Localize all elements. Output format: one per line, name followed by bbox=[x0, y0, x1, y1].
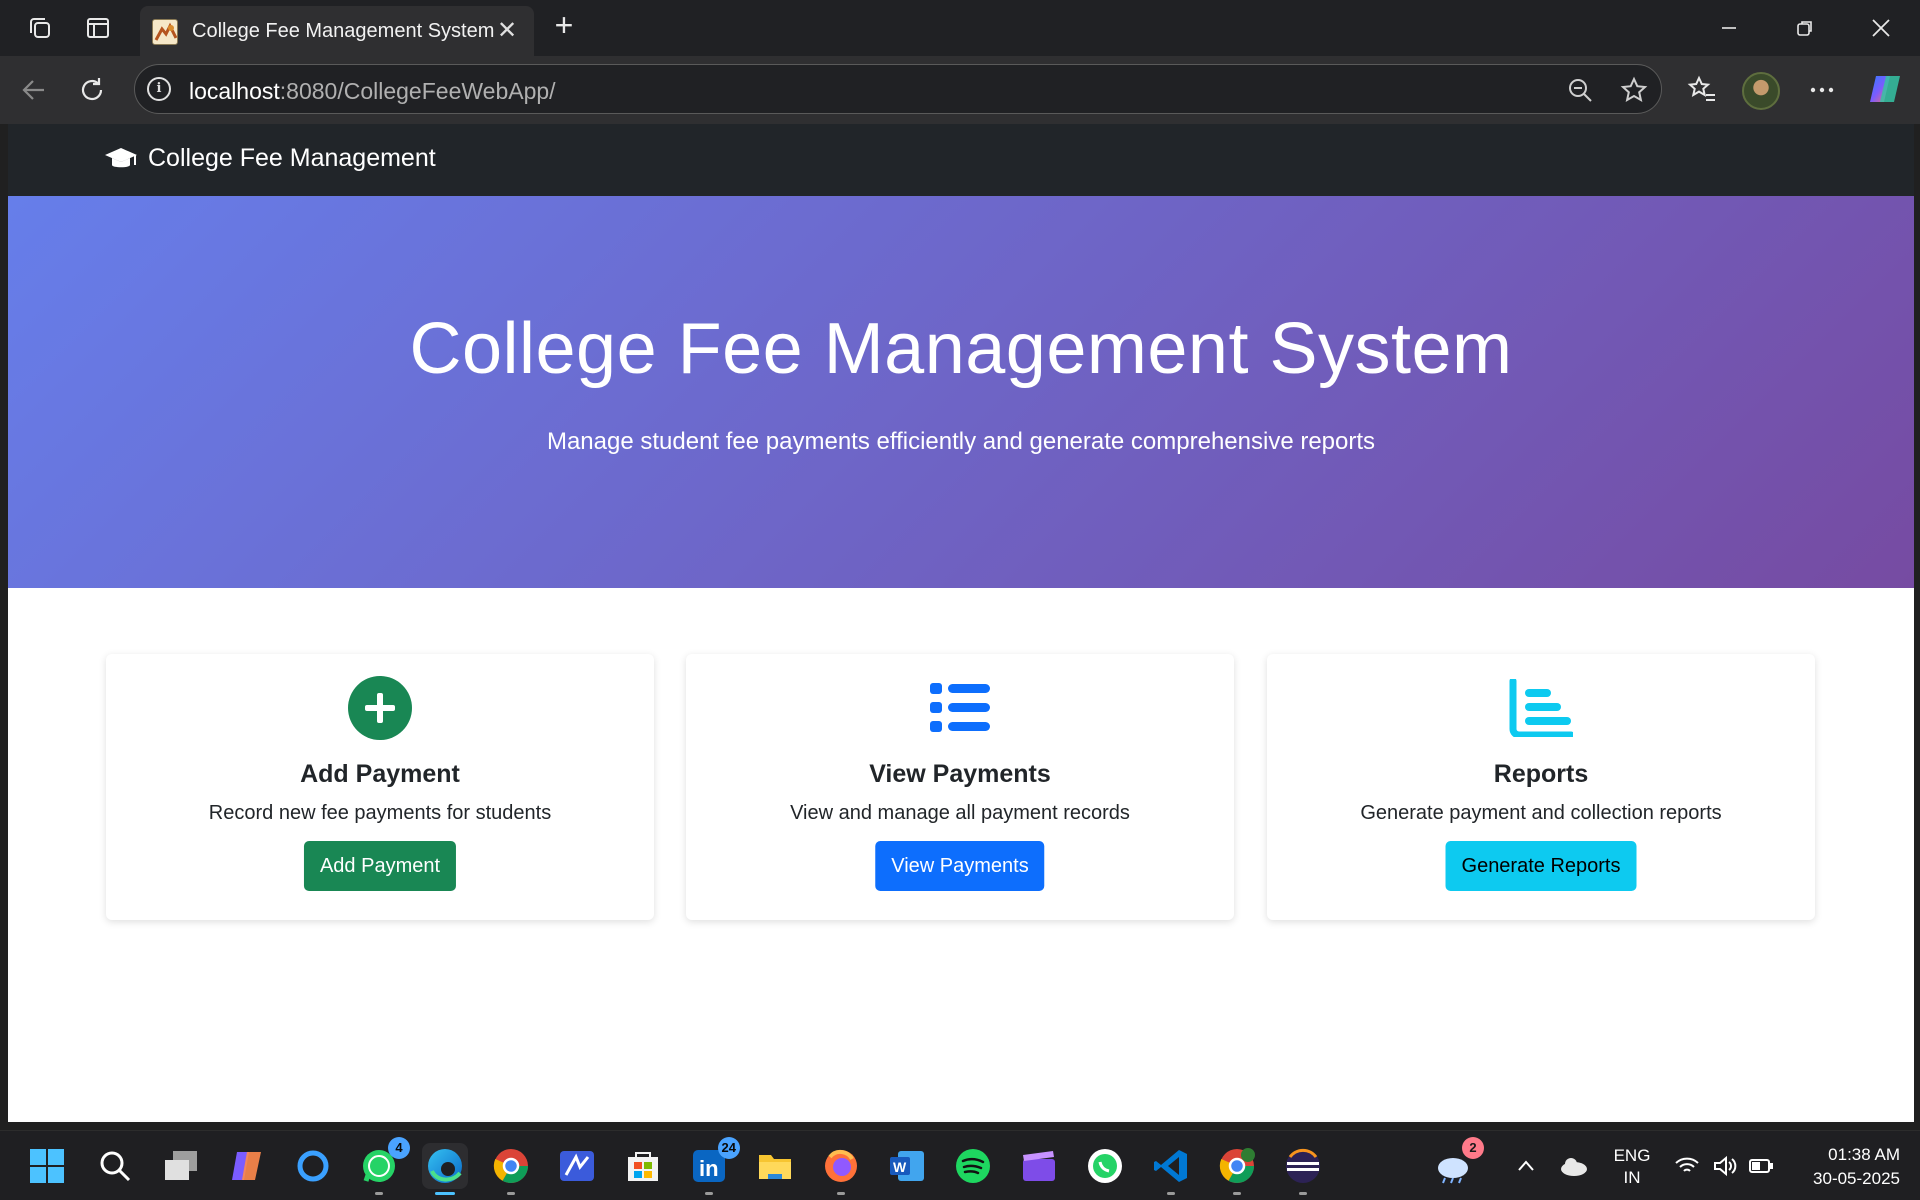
file-explorer-icon[interactable] bbox=[752, 1143, 798, 1189]
region-code: IN bbox=[1623, 1168, 1641, 1187]
running-indicator bbox=[375, 1192, 383, 1195]
new-tab-icon[interactable]: + bbox=[548, 9, 580, 42]
active-indicator bbox=[435, 1192, 455, 1195]
back-icon[interactable] bbox=[14, 70, 54, 110]
chevron-up-icon[interactable] bbox=[1503, 1143, 1549, 1189]
firefox-icon[interactable] bbox=[818, 1143, 864, 1195]
taskbar: 4 in 24 W 2 ENG IN 01:38 AM 30-05-2025 bbox=[0, 1130, 1920, 1200]
favorite-star-icon[interactable] bbox=[1619, 75, 1649, 105]
vertical-tabs-icon[interactable] bbox=[82, 12, 114, 44]
clipchamp-icon[interactable] bbox=[1016, 1143, 1062, 1189]
clock[interactable]: 01:38 AM 30-05-2025 bbox=[1790, 1143, 1900, 1191]
card-description: Generate payment and collection reports bbox=[1360, 802, 1722, 824]
add-payment-button[interactable]: Add Payment bbox=[303, 841, 457, 891]
hero-title: College Fee Management System bbox=[409, 309, 1513, 389]
favorites-icon[interactable] bbox=[1684, 72, 1720, 108]
profile-avatar[interactable] bbox=[1742, 72, 1780, 110]
running-indicator bbox=[1167, 1192, 1175, 1195]
zoom-out-icon[interactable] bbox=[1565, 75, 1595, 105]
language-indicator[interactable]: ENG IN bbox=[1612, 1145, 1652, 1189]
url-text[interactable]: localhost:8080/CollegeFeeWebApp/ bbox=[189, 78, 556, 105]
card-description: View and manage all payment records bbox=[790, 802, 1130, 824]
hero-section: College Fee Management System Manage stu… bbox=[8, 196, 1914, 588]
card-title: Add Payment bbox=[300, 760, 460, 788]
browser-tab-bar: College Fee Management System ✕ + bbox=[0, 0, 1920, 56]
chrome-icon[interactable] bbox=[488, 1143, 534, 1195]
spotify-icon[interactable] bbox=[950, 1143, 996, 1189]
clock-date: 30-05-2025 bbox=[1813, 1169, 1900, 1188]
view-payments-card: View Payments View and manage all paymen… bbox=[686, 654, 1234, 920]
refresh-icon[interactable] bbox=[72, 70, 112, 110]
svg-text:W: W bbox=[893, 1159, 907, 1175]
vscode-icon[interactable] bbox=[1148, 1143, 1194, 1195]
weather-icon[interactable]: 2 bbox=[1430, 1137, 1484, 1189]
weather-badge: 2 bbox=[1462, 1137, 1484, 1159]
running-indicator bbox=[837, 1192, 845, 1195]
whatsapp-badge: 4 bbox=[388, 1137, 410, 1159]
card-title: Reports bbox=[1493, 760, 1589, 788]
whatsapp-business-icon[interactable] bbox=[1082, 1143, 1128, 1189]
active-tab[interactable]: College Fee Management System ✕ bbox=[140, 6, 534, 56]
word-icon[interactable]: W bbox=[884, 1143, 930, 1189]
page-viewport: College Fee Management College Fee Manag… bbox=[8, 124, 1914, 1122]
more-icon[interactable] bbox=[1804, 72, 1840, 108]
edge-icon[interactable] bbox=[422, 1143, 468, 1195]
app-navbar: College Fee Management bbox=[8, 124, 1914, 196]
running-indicator bbox=[507, 1192, 515, 1195]
ms-store-icon[interactable] bbox=[620, 1143, 666, 1189]
graduation-cap-icon bbox=[105, 147, 137, 167]
running-indicator bbox=[1233, 1192, 1241, 1195]
running-indicator bbox=[705, 1192, 713, 1195]
copilot-icon[interactable] bbox=[1866, 70, 1904, 108]
browser-toolbar: i localhost:8080/CollegeFeeWebApp/ bbox=[0, 56, 1920, 124]
site-info-icon[interactable]: i bbox=[147, 77, 171, 101]
url-path: :8080/CollegeFeeWebApp/ bbox=[279, 78, 556, 104]
chrome-profile-icon[interactable] bbox=[1214, 1143, 1260, 1195]
generate-reports-button[interactable]: Generate Reports bbox=[1445, 841, 1637, 891]
battery-icon[interactable] bbox=[1738, 1143, 1784, 1189]
running-indicator bbox=[1299, 1192, 1307, 1195]
cortana-icon[interactable] bbox=[290, 1143, 336, 1189]
workspaces-icon[interactable] bbox=[24, 12, 56, 44]
reports-card: Reports Generate payment and collection … bbox=[1267, 654, 1815, 920]
card-title: View Payments bbox=[869, 760, 1051, 788]
list-icon bbox=[926, 674, 994, 742]
view-payments-button[interactable]: View Payments bbox=[875, 841, 1045, 891]
chart-bar-icon bbox=[1507, 674, 1575, 742]
search-icon[interactable] bbox=[92, 1143, 138, 1189]
vs-studio-icon[interactable] bbox=[554, 1143, 600, 1189]
eclipse-icon[interactable] bbox=[1280, 1143, 1326, 1195]
window-close-icon[interactable] bbox=[1858, 8, 1904, 48]
task-view-icon[interactable] bbox=[158, 1143, 204, 1189]
start-icon[interactable] bbox=[24, 1143, 70, 1189]
tab-title: College Fee Management System bbox=[192, 20, 495, 42]
add-payment-card: Add Payment Record new fee payments for … bbox=[106, 654, 654, 920]
copilot-app-icon[interactable] bbox=[224, 1143, 270, 1189]
restore-icon[interactable] bbox=[1782, 8, 1828, 48]
brand-label: College Fee Management bbox=[148, 144, 436, 172]
plus-circle-icon bbox=[346, 674, 414, 742]
hero-subtitle: Manage student fee payments efficiently … bbox=[546, 428, 1376, 455]
minimize-icon[interactable] bbox=[1706, 8, 1752, 48]
language-code: ENG bbox=[1613, 1146, 1651, 1165]
clock-time: 01:38 AM bbox=[1828, 1145, 1900, 1164]
onedrive-icon[interactable] bbox=[1551, 1143, 1597, 1189]
url-host: localhost bbox=[189, 78, 280, 104]
linkedin-icon[interactable]: in 24 bbox=[686, 1137, 740, 1195]
address-bar[interactable]: i localhost:8080/CollegeFeeWebApp/ bbox=[134, 64, 1662, 114]
svg-text:in: in bbox=[699, 1156, 719, 1181]
close-icon[interactable]: ✕ bbox=[492, 16, 522, 46]
tab-favicon-icon bbox=[152, 19, 178, 45]
card-description: Record new fee payments for students bbox=[208, 802, 552, 824]
whatsapp-icon[interactable]: 4 bbox=[356, 1137, 410, 1195]
linkedin-badge: 24 bbox=[717, 1137, 740, 1159]
navbar-brand[interactable]: College Fee Management bbox=[104, 144, 436, 173]
